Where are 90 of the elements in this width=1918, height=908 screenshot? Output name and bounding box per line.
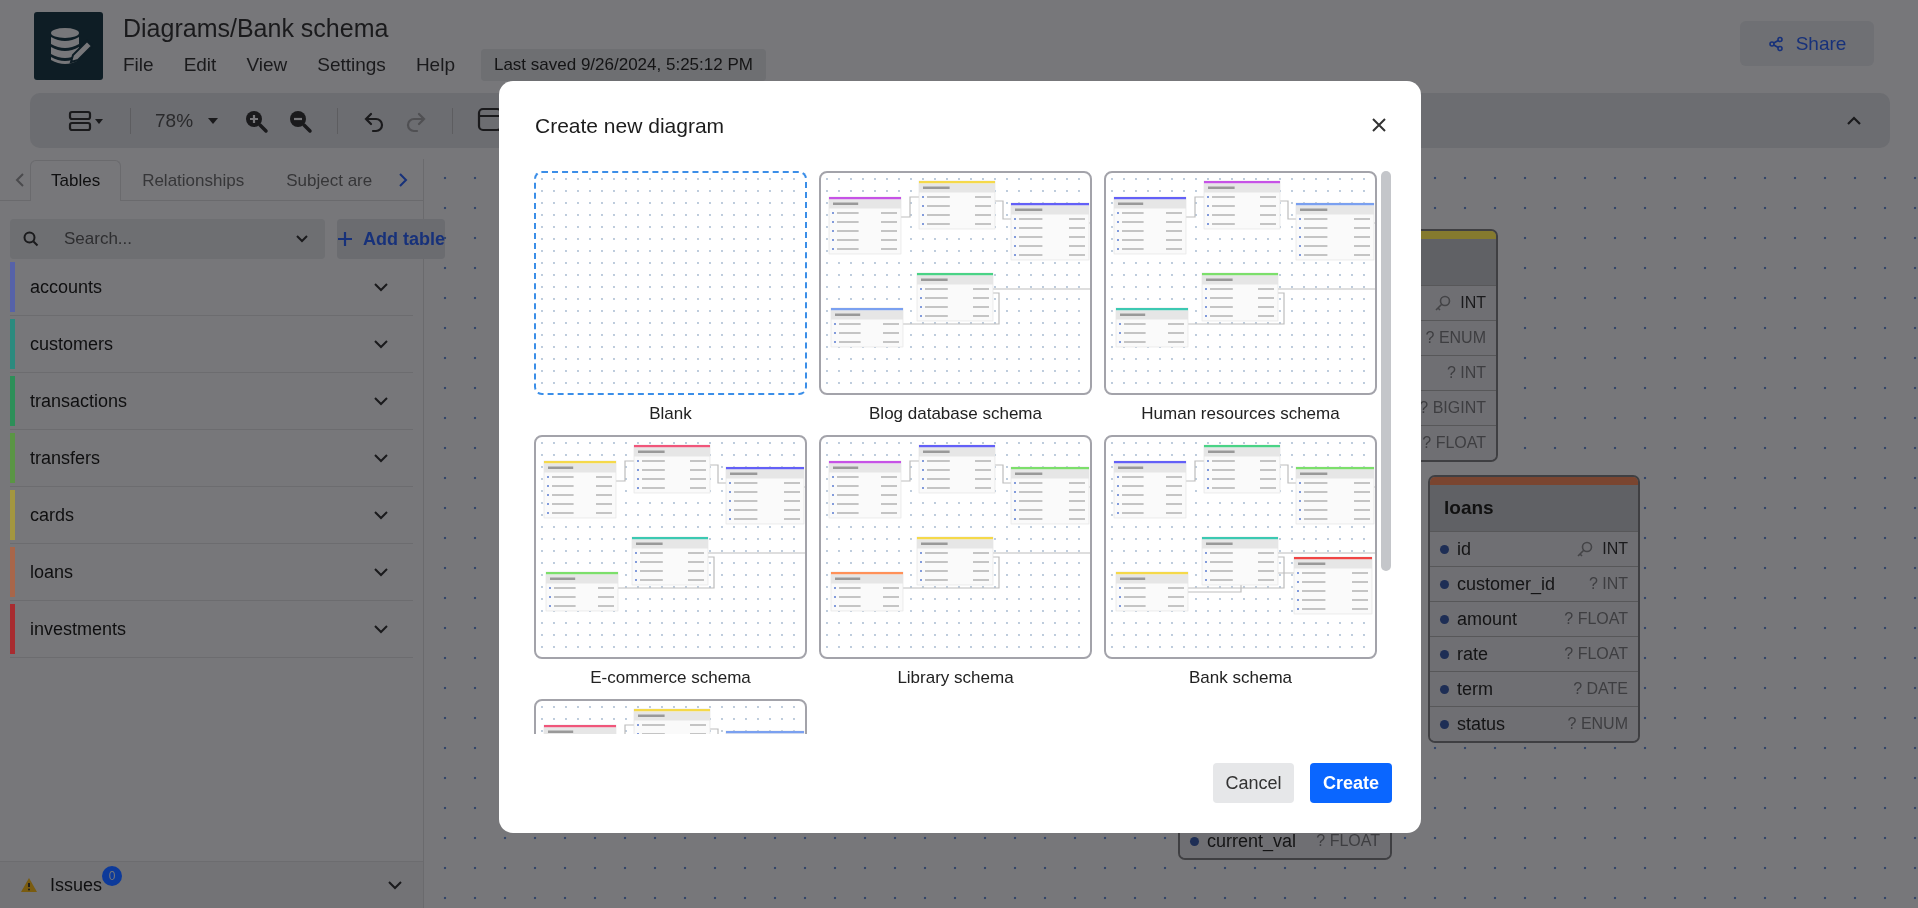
connector-line xyxy=(900,460,920,482)
connector-line xyxy=(615,460,635,482)
sidebar-tab[interactable]: Tables xyxy=(30,160,122,201)
cancel-button[interactable]: Cancel xyxy=(1213,763,1294,803)
table-list-item[interactable]: investments xyxy=(10,601,413,658)
table-list-item[interactable]: transfers xyxy=(10,430,413,487)
template-thumbnail[interactable] xyxy=(819,435,1092,659)
field-dot xyxy=(1440,544,1449,554)
dropdown-caret-icon[interactable] xyxy=(295,234,309,244)
table-list-item[interactable]: customers xyxy=(10,316,413,373)
field-dot xyxy=(1440,614,1449,624)
issues-panel[interactable]: Issues 0 xyxy=(0,861,423,908)
menu-item[interactable]: Help xyxy=(415,54,455,76)
connector-line xyxy=(709,464,727,484)
template-label: Blog database schema xyxy=(869,404,1042,424)
connector-line xyxy=(1279,200,1297,220)
connector-line xyxy=(1185,460,1205,482)
search-icon xyxy=(23,231,39,247)
connector-line xyxy=(1279,464,1297,484)
create-button[interactable]: Create xyxy=(1310,763,1392,803)
template-thumbnail[interactable] xyxy=(1104,171,1377,395)
connector-line xyxy=(994,200,1012,220)
dialog-title: Create new diagram xyxy=(535,114,725,138)
field-type: INT xyxy=(1602,540,1628,558)
connector-line xyxy=(994,464,1012,484)
layout-icon xyxy=(68,108,106,133)
table-name: transactions xyxy=(30,390,128,412)
table-name: customers xyxy=(30,333,114,355)
field-type: INT xyxy=(1460,294,1486,312)
table-name: accounts xyxy=(30,276,103,298)
field-dot xyxy=(1440,719,1449,729)
plus-icon xyxy=(337,231,353,247)
issues-label: Issues xyxy=(50,874,103,896)
issue-count-badge: 0 xyxy=(102,866,123,886)
warning-icon xyxy=(20,877,38,893)
connector-line xyxy=(900,196,920,218)
field-name: customer_id xyxy=(1457,573,1556,595)
template-label: E-commerce schema xyxy=(590,668,751,688)
expand-caret-icon[interactable] xyxy=(387,880,403,890)
zoom-dropdown[interactable]: 78% xyxy=(151,105,224,136)
table-name: transfers xyxy=(30,447,101,469)
table-list-item[interactable]: loans xyxy=(10,544,413,601)
template-thumbnail[interactable] xyxy=(819,171,1092,395)
key-icon xyxy=(1576,540,1595,558)
field-name: current_val xyxy=(1207,830,1297,852)
menu-item[interactable]: File xyxy=(123,54,154,76)
menu-item[interactable]: Settings xyxy=(317,54,386,76)
expand-caret-icon[interactable] xyxy=(373,282,389,292)
expand-caret-icon[interactable] xyxy=(373,396,389,406)
field-name: id xyxy=(1457,538,1471,560)
table-list-item[interactable]: transactions xyxy=(10,373,413,430)
field-dot xyxy=(1190,836,1199,846)
field-dot xyxy=(1440,684,1449,694)
table-title: loans xyxy=(1444,497,1494,519)
menu-item[interactable]: Edit xyxy=(183,54,217,76)
diagram-title[interactable]: Diagrams/Bank schema xyxy=(123,14,766,43)
template-label: Bank schema xyxy=(1189,668,1292,688)
menu-item[interactable]: View xyxy=(246,54,288,76)
field-dot xyxy=(1440,579,1449,589)
share-button[interactable]: Share xyxy=(1740,21,1874,66)
sidebar-tab[interactable]: Subject are xyxy=(265,160,374,201)
app-logo[interactable] xyxy=(34,12,103,80)
sidebar-tab[interactable]: Relationships xyxy=(121,160,266,201)
field-name: status xyxy=(1457,713,1506,735)
expand-caret-icon[interactable] xyxy=(373,567,389,577)
table-name: loans xyxy=(30,561,74,583)
table-name: investments xyxy=(30,618,127,640)
search-field[interactable]: Search... xyxy=(10,219,325,259)
expand-caret-icon[interactable] xyxy=(373,510,389,520)
caret-icon xyxy=(207,115,220,126)
expand-caret-icon[interactable] xyxy=(373,453,389,463)
field-dot xyxy=(1440,649,1449,659)
expand-caret-icon[interactable] xyxy=(373,339,389,349)
template-thumbnail[interactable] xyxy=(534,435,807,659)
table-list-item[interactable]: cards xyxy=(10,487,413,544)
table-name: cards xyxy=(30,504,74,526)
connector-line xyxy=(1185,196,1205,218)
share-icon xyxy=(1767,35,1784,52)
template-label: Blank xyxy=(649,404,692,424)
expand-caret-icon[interactable] xyxy=(373,624,389,634)
field-name: rate xyxy=(1457,643,1489,665)
field-name: term xyxy=(1457,678,1493,700)
key-icon xyxy=(1434,294,1453,312)
add-table-button[interactable]: Add table xyxy=(337,219,445,259)
template-label: Library schema xyxy=(897,668,1014,688)
table-list-item[interactable]: accounts xyxy=(10,259,413,316)
last-saved-label: Last saved 9/26/2024, 5:25:12 PM xyxy=(480,49,766,81)
template-thumbnail[interactable] xyxy=(1104,435,1377,659)
field-name: amount xyxy=(1457,608,1518,630)
template-label: Human resources schema xyxy=(1141,404,1340,424)
